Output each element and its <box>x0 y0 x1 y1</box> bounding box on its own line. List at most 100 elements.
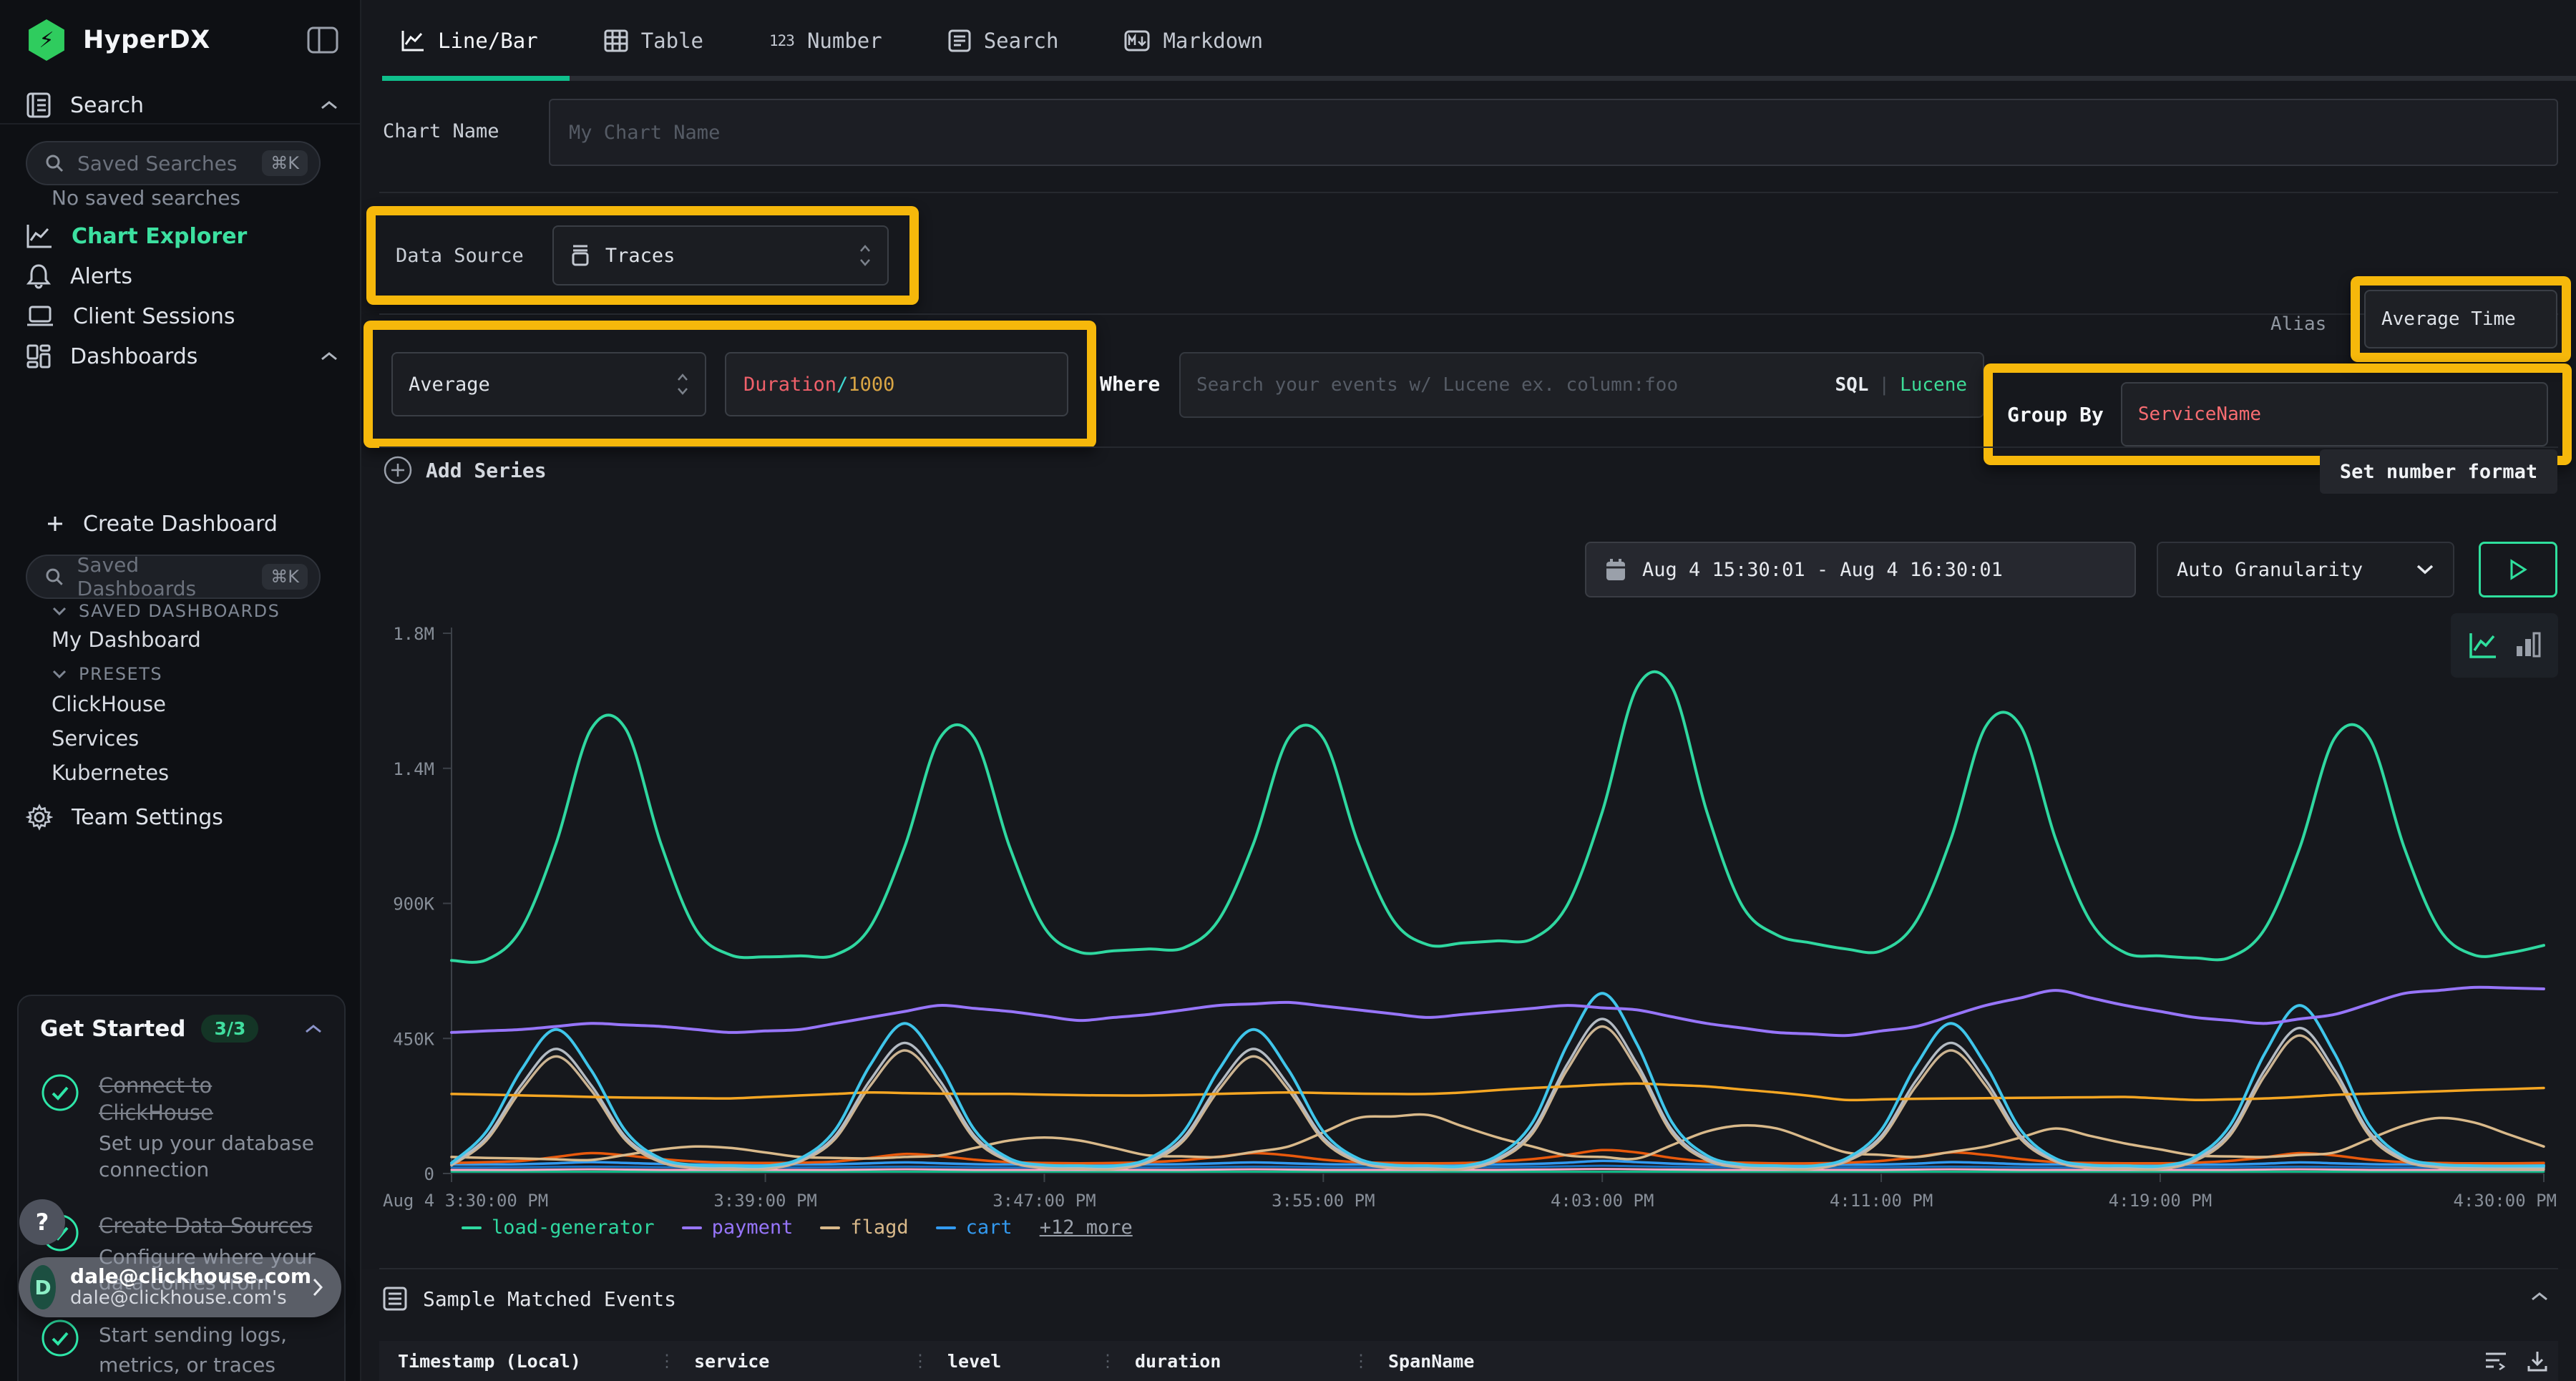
alias-label: Alias <box>2270 313 2326 335</box>
get-started-progress-badge: 3/3 <box>201 1015 258 1043</box>
run-query-button[interactable] <box>2479 542 2557 597</box>
gear-icon <box>26 804 53 831</box>
create-dashboard-button[interactable]: Create Dashboard <box>46 507 338 541</box>
sidebar-item-dashboards[interactable]: Dashboards <box>26 339 338 374</box>
chevron-up-icon[interactable] <box>320 351 338 362</box>
divider <box>379 313 2558 315</box>
group-by-input[interactable] <box>2121 382 2548 446</box>
expression-value: 1000 <box>848 374 894 396</box>
column-header-service[interactable]: service <box>675 1351 912 1372</box>
saved-dashboards-input[interactable]: Saved Dashboards ⌘K <box>26 555 321 599</box>
column-header-level[interactable]: level <box>929 1351 1099 1372</box>
sample-events-section: Sample Matched Events Timestamp (Local) … <box>361 1269 2576 1381</box>
download-icon[interactable] <box>2527 1350 2548 1372</box>
x-tick-label: Aug 4 3:30:00 PM <box>383 1191 548 1211</box>
add-series-button[interactable]: Add Series <box>383 455 547 485</box>
chart-legend: load-generator payment flagd cart +12 more <box>462 1216 1133 1239</box>
lucene-toggle[interactable]: Lucene <box>1900 374 1967 396</box>
get-started-item-send-data[interactable]: Start sending logs, metrics, or traces <box>40 1318 323 1379</box>
sidebar-item-search[interactable]: Search <box>26 89 338 122</box>
alias-input[interactable] <box>2364 290 2557 348</box>
client-sessions-label: Client Sessions <box>73 304 235 329</box>
task-subtitle: Set up your database connection <box>99 1131 321 1183</box>
create-dashboard-label: Create Dashboard <box>83 512 278 537</box>
sidebar-item-alerts[interactable]: Alerts <box>26 259 338 293</box>
sidebar-collapse-icon[interactable] <box>307 26 338 54</box>
legend-label: load-generator <box>492 1216 655 1239</box>
user-subtext: dale@clickhouse.com's <box>70 1288 311 1309</box>
saved-dashboards-section[interactable]: SAVED DASHBOARDS <box>52 598 338 624</box>
table-icon <box>604 29 628 52</box>
sidebar-item-clickhouse[interactable]: ClickHouse <box>52 690 338 718</box>
column-grip-icon[interactable]: ⋮ <box>658 1351 675 1371</box>
legend-label: payment <box>712 1216 794 1239</box>
chevron-down-icon <box>2416 564 2434 575</box>
column-header-spanname[interactable]: SpanName <box>1370 1351 1474 1372</box>
aggregation-value: Average <box>409 374 490 396</box>
chevron-up-icon[interactable] <box>304 1023 323 1035</box>
granularity-select[interactable]: Auto Granularity <box>2157 542 2454 597</box>
legend-dash-icon <box>820 1226 840 1229</box>
expression-field[interactable]: Duration/1000 <box>725 352 1068 416</box>
check-circle-icon <box>40 1318 80 1379</box>
where-input[interactable] <box>1196 374 1835 396</box>
column-header-duration[interactable]: duration <box>1116 1351 1352 1372</box>
legend-dash-icon <box>462 1226 482 1229</box>
x-tick-label: 3:39:00 PM <box>713 1191 817 1211</box>
legend-dash-icon <box>682 1226 702 1229</box>
y-tick-label: 450K <box>393 1029 434 1049</box>
tab-line-bar[interactable]: Line/Bar <box>401 29 538 53</box>
sidebar-item-kubernetes[interactable]: Kubernetes <box>52 758 338 787</box>
time-range-picker[interactable]: Aug 4 15:30:01 - Aug 4 16:30:01 <box>1585 542 2136 597</box>
column-grip-icon[interactable]: ⋮ <box>912 1351 929 1371</box>
events-table-header: Timestamp (Local) ⋮ service ⋮ level ⋮ du… <box>379 1341 2558 1381</box>
saved-dashboards-placeholder: Saved Dashboards <box>77 553 263 600</box>
legend-item[interactable]: cart <box>936 1216 1013 1239</box>
x-tick-label: 3:55:00 PM <box>1272 1191 1375 1211</box>
legend-more-link[interactable]: +12 more <box>1040 1216 1133 1239</box>
column-grip-icon[interactable]: ⋮ <box>1352 1351 1370 1371</box>
chevron-up-icon[interactable] <box>320 99 338 111</box>
x-tick-label: 4:11:00 PM <box>1830 1191 1933 1211</box>
get-started-item-connect[interactable]: Connect to ClickHouse Set up your databa… <box>40 1073 323 1183</box>
data-source-select[interactable]: Traces <box>552 225 889 286</box>
help-button[interactable]: ? <box>19 1199 65 1245</box>
chart-name-input[interactable] <box>549 99 2558 166</box>
data-source-highlight: Data Source Traces <box>366 206 919 305</box>
where-label: Where <box>1100 372 1160 396</box>
sidebar-item-chart-explorer[interactable]: Chart Explorer <box>26 219 338 253</box>
legend-item[interactable]: load-generator <box>462 1216 655 1239</box>
series-line <box>452 1083 2544 1100</box>
tab-number[interactable]: 123 Number <box>769 29 882 53</box>
presets-section[interactable]: PRESETS <box>52 661 338 687</box>
tab-table[interactable]: Table <box>604 29 703 53</box>
alias-highlight <box>2351 276 2571 362</box>
y-tick-label: 1.8M <box>393 624 434 644</box>
tab-markdown[interactable]: Markdown <box>1124 29 1263 53</box>
sidebar-item-client-sessions[interactable]: Client Sessions <box>26 299 338 333</box>
y-tick-label: 1.4M <box>393 759 434 779</box>
x-tick-label: 4:03:00 PM <box>1551 1191 1654 1211</box>
column-grip-icon[interactable]: ⋮ <box>1099 1351 1116 1371</box>
set-number-format-button[interactable]: Set number format <box>2320 449 2557 494</box>
group-by-label: Group By <box>2007 403 2104 426</box>
alerts-label: Alerts <box>70 264 132 289</box>
legend-item[interactable]: payment <box>682 1216 794 1239</box>
chevron-right-icon <box>311 1277 324 1298</box>
wrap-lines-icon[interactable] <box>2484 1350 2508 1372</box>
sidebar-item-services[interactable]: Services <box>52 724 338 753</box>
chevron-up-icon[interactable] <box>2530 1291 2549 1302</box>
granularity-value: Auto Granularity <box>2177 559 2363 581</box>
aggregation-select[interactable]: Average <box>391 352 706 416</box>
legend-item[interactable]: flagd <box>820 1216 908 1239</box>
line-chart-icon <box>26 223 53 249</box>
timeseries-chart[interactable]: 0450K900K1.4M1.8MAug 4 3:30:00 PM3:39:00… <box>379 615 2558 1216</box>
shortcut-badge: ⌘K <box>262 150 308 176</box>
sidebar-item-team-settings[interactable]: Team Settings <box>26 800 338 834</box>
sidebar-item-my-dashboard[interactable]: My Dashboard <box>52 625 338 654</box>
saved-searches-input[interactable]: Saved Searches ⌘K <box>26 141 321 185</box>
tab-search[interactable]: Search <box>948 29 1059 53</box>
user-menu[interactable]: D dale@clickhouse.com dale@clickhouse.co… <box>19 1257 341 1317</box>
sql-toggle[interactable]: SQL <box>1835 374 1868 396</box>
column-header-timestamp[interactable]: Timestamp (Local) <box>379 1351 658 1372</box>
